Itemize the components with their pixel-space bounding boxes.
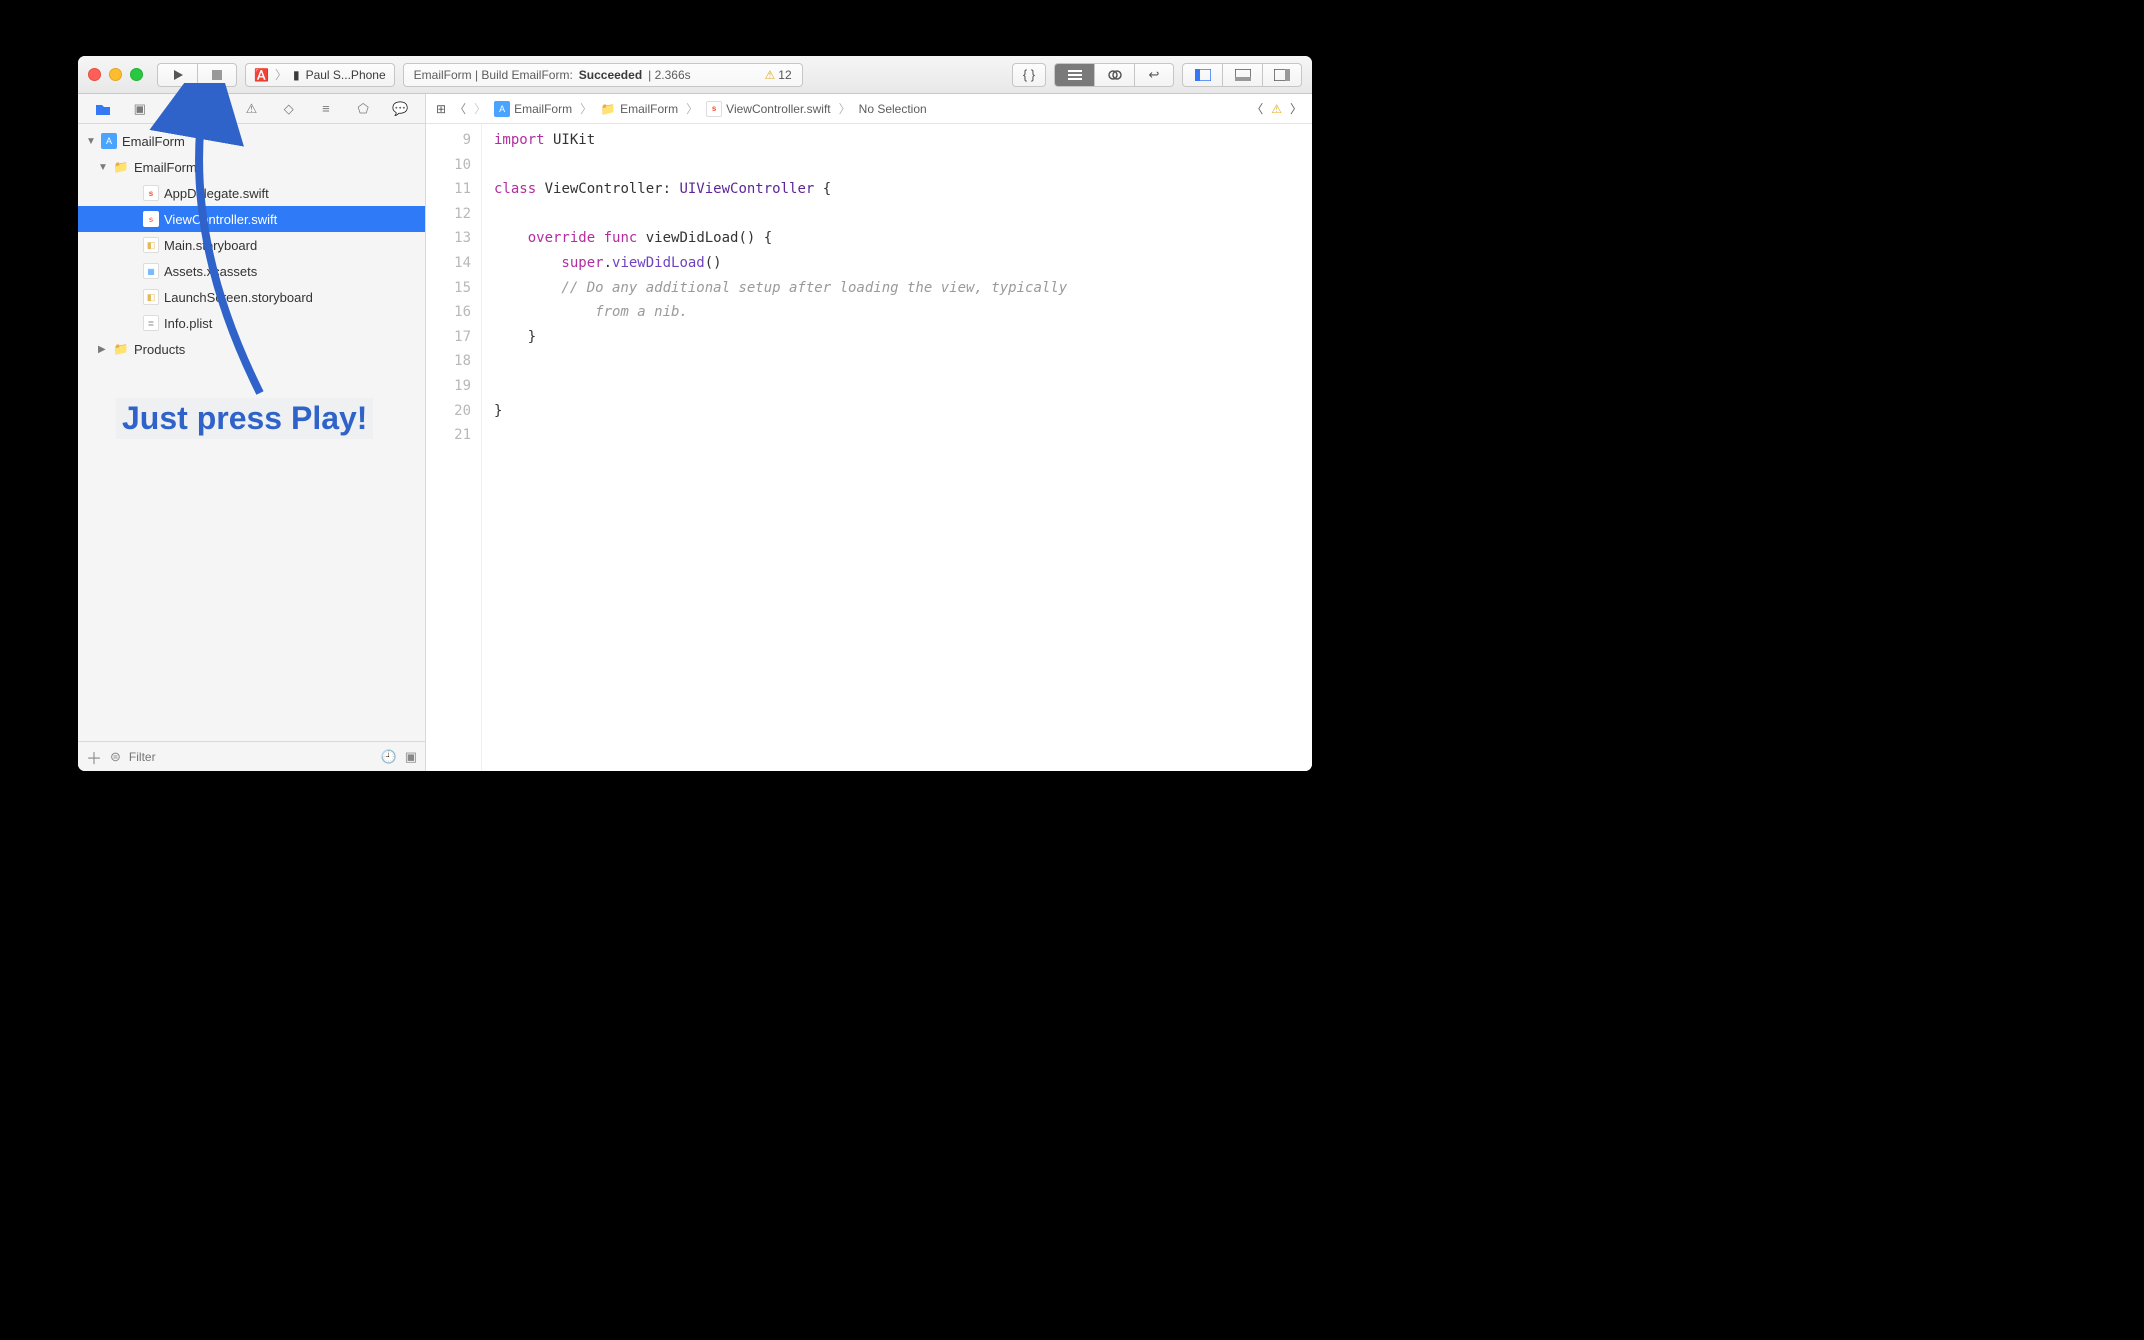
app-icon: 🅰️ — [254, 68, 269, 82]
warning-icon: ⚠︎ — [765, 68, 776, 82]
group-emailform[interactable]: ▼ 📁 EmailForm — [78, 154, 425, 180]
issue-navigator-tab[interactable]: ⚠︎ — [241, 99, 261, 119]
group-label: Products — [134, 342, 185, 357]
file-label: LaunchScreen.storyboard — [164, 290, 313, 305]
file-label: AppDelegate.swift — [164, 186, 269, 201]
activity-status[interactable]: EmailForm | Build EmailForm: Succeeded |… — [403, 63, 803, 87]
toggle-utilities-button[interactable] — [1262, 63, 1302, 87]
storyboard-icon: ◧ — [143, 289, 159, 305]
symbol-navigator-tab[interactable] — [167, 99, 187, 119]
group-label: EmailForm — [134, 160, 197, 175]
status-prefix: EmailForm | Build EmailForm: — [414, 68, 573, 82]
editor-area: ⊞ 〈 〉 A EmailForm 〉 📁 EmailForm 〉 s View… — [426, 94, 1312, 771]
editor-mode-segment: ↩︎ — [1054, 63, 1174, 87]
annotation-text: Just press Play! — [116, 398, 373, 439]
file-main-storyboard[interactable]: ◧ Main.storyboard — [78, 232, 425, 258]
filter-icon: ⊜ — [110, 749, 121, 765]
file-infoplist[interactable]: ≣ Info.plist — [78, 310, 425, 336]
related-items-button[interactable]: ⊞ — [436, 102, 446, 116]
project-name: EmailForm — [122, 134, 185, 149]
file-label: Assets.xcassets — [164, 264, 257, 279]
report-navigator-tab[interactable]: 💬 — [390, 99, 410, 119]
file-label: Main.storyboard — [164, 238, 257, 253]
add-button[interactable]: ＋ — [86, 745, 102, 769]
panel-toggle-segment — [1182, 63, 1302, 87]
file-appdelegate[interactable]: s AppDelegate.swift — [78, 180, 425, 206]
warning-count: 12 — [778, 68, 791, 82]
assets-icon: ▦ — [143, 263, 159, 279]
recent-filter-button[interactable]: 🕘 — [381, 749, 397, 765]
issue-indicator-icon[interactable]: ⚠︎ — [1271, 102, 1282, 116]
folder-icon: 📁 — [113, 159, 129, 175]
folder-icon: 📁 — [600, 101, 616, 117]
group-products[interactable]: ▶ 📁 Products — [78, 336, 425, 362]
storyboard-icon: ◧ — [143, 237, 159, 253]
next-issue-button[interactable]: 〉 — [1290, 100, 1302, 117]
braces-icon: { } — [1023, 67, 1035, 82]
toggle-navigator-button[interactable] — [1182, 63, 1222, 87]
arrows-icon: ↩︎ — [1149, 67, 1160, 83]
plist-icon: ≣ — [143, 315, 159, 331]
stop-button[interactable] — [197, 63, 237, 87]
code-content[interactable]: import UIKit class ViewController: UIVie… — [482, 124, 1312, 771]
jumpbar-group[interactable]: 📁 EmailForm — [600, 101, 678, 117]
project-root[interactable]: ▼ A EmailForm — [78, 128, 425, 154]
disclosure-icon[interactable]: ▼ — [86, 136, 96, 147]
scheme-label: Paul S...Phone — [306, 68, 386, 82]
project-navigator-tab[interactable] — [93, 99, 113, 119]
swift-file-icon: s — [143, 185, 159, 201]
disclosure-icon[interactable]: ▶ — [98, 344, 108, 355]
toggle-debug-button[interactable] — [1222, 63, 1262, 87]
titlebar: 🅰️ 〉 ▮ Paul S...Phone EmailForm | Build … — [78, 56, 1312, 94]
run-stop-segment — [157, 63, 237, 87]
project-icon: A — [494, 101, 510, 117]
assistant-editor-button[interactable] — [1094, 63, 1134, 87]
project-icon: A — [101, 133, 117, 149]
filter-input[interactable] — [129, 750, 373, 764]
swift-file-icon: s — [143, 211, 159, 227]
debug-navigator-tab[interactable]: ≡ — [316, 99, 336, 119]
navigator-tabs: ▣ ⚠︎ ◇ ≡ ⬠ 💬 — [78, 94, 425, 124]
status-time: | 2.366s — [648, 68, 690, 82]
navigator-filter-bar: ＋ ⊜ 🕘 ▣ — [78, 741, 425, 771]
scheme-selector[interactable]: 🅰️ 〉 ▮ Paul S...Phone — [245, 63, 395, 87]
version-editor-button[interactable]: ↩︎ — [1134, 63, 1174, 87]
swift-file-icon: s — [706, 101, 722, 117]
jumpbar-file[interactable]: s ViewController.swift — [706, 101, 830, 117]
run-button[interactable] — [157, 63, 197, 87]
prev-issue-button[interactable]: 〈 — [1251, 100, 1263, 117]
jumpbar-project[interactable]: A EmailForm — [494, 101, 572, 117]
file-launchscreen[interactable]: ◧ LaunchScreen.storyboard — [78, 284, 425, 310]
minimize-window-button[interactable] — [109, 68, 122, 81]
jump-bar: ⊞ 〈 〉 A EmailForm 〉 📁 EmailForm 〉 s View… — [426, 94, 1312, 124]
forward-button[interactable]: 〉 — [474, 100, 486, 117]
file-label: Info.plist — [164, 316, 212, 331]
file-assets[interactable]: ▦ Assets.xcassets — [78, 258, 425, 284]
breakpoint-navigator-tab[interactable]: ⬠ — [353, 99, 373, 119]
test-navigator-tab[interactable]: ◇ — [279, 99, 299, 119]
file-viewcontroller[interactable]: s ViewController.swift — [78, 206, 425, 232]
source-control-navigator-tab[interactable]: ▣ — [130, 99, 150, 119]
file-label: ViewController.swift — [164, 212, 277, 227]
back-button[interactable]: 〈 — [454, 100, 466, 117]
line-gutter: 9 10 11 12 13 14 15 16 17 18 19 20 21 — [426, 124, 482, 771]
scm-filter-button[interactable]: ▣ — [405, 749, 417, 765]
close-window-button[interactable] — [88, 68, 101, 81]
device-icon: ▮ — [293, 68, 300, 82]
status-result: Succeeded — [579, 68, 642, 82]
window-controls — [88, 68, 143, 81]
disclosure-icon[interactable]: ▼ — [98, 162, 108, 173]
zoom-window-button[interactable] — [130, 68, 143, 81]
warning-badge[interactable]: ⚠︎ 12 — [765, 68, 792, 82]
find-navigator-tab[interactable] — [204, 99, 224, 119]
folder-icon: 📁 — [113, 341, 129, 357]
jumpbar-symbol[interactable]: No Selection — [859, 102, 927, 116]
standard-editor-button[interactable] — [1054, 63, 1094, 87]
code-editor[interactable]: 9 10 11 12 13 14 15 16 17 18 19 20 21 im… — [426, 124, 1312, 771]
code-review-button[interactable]: { } — [1012, 63, 1046, 87]
